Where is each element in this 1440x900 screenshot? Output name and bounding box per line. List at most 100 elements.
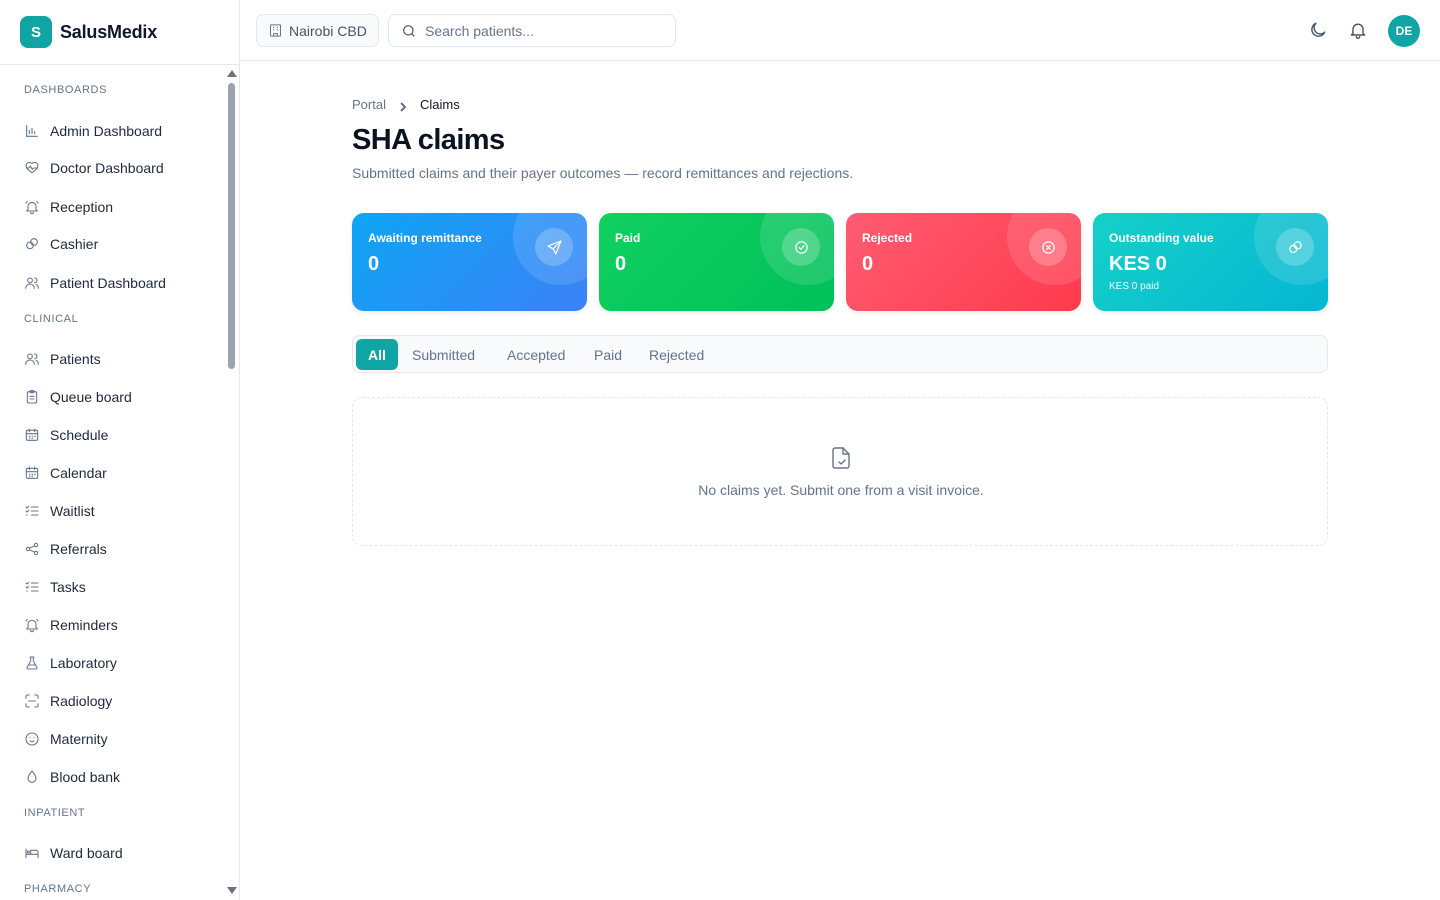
tab-accepted[interactable]: Accepted [495, 339, 577, 370]
sidebar-item-label: Doctor Dashboard [50, 160, 164, 176]
stat-card-value: 0 [862, 253, 874, 275]
sidebar-item-label: Admin Dashboard [50, 123, 163, 139]
sidebar-item-tasks[interactable]: Tasks [24, 577, 86, 597]
sidebar-item-label: Schedule [50, 427, 109, 443]
baby-icon [25, 732, 39, 746]
search-box[interactable] [388, 14, 676, 47]
list-checks-icon [25, 505, 39, 516]
sidebar-item-cashier[interactable]: Cashier [24, 234, 98, 254]
scan-icon [25, 694, 39, 708]
scroll-down-arrow-icon[interactable] [227, 887, 237, 894]
sidebar-item-reception[interactable]: Reception [24, 197, 113, 217]
notifications-button[interactable] [1348, 20, 1368, 40]
nav-section-dashboards: DASHBOARDS [24, 84, 108, 96]
stat-card-subtext: KES 0 paid [1109, 281, 1160, 292]
sidebar-item-ward-board[interactable]: Ward board [24, 843, 123, 863]
stat-card-label: Rejected [862, 231, 913, 245]
sidebar-item-label: Calendar [50, 465, 107, 481]
bell-ring-icon [25, 201, 39, 215]
sidebar-item-patients[interactable]: Patients [24, 349, 101, 369]
tab-all[interactable]: All [356, 339, 398, 370]
sidebar-item-label: Waitlist [50, 503, 95, 519]
share-icon [25, 542, 39, 556]
claim-status-tabs: All Submitted Accepted Paid Rejected [352, 335, 1328, 373]
users-icon [25, 277, 39, 289]
sidebar-item-label: Radiology [50, 693, 113, 709]
sidebar-item-label: Blood bank [50, 769, 121, 785]
sidebar-item-radiology[interactable]: Radiology [24, 691, 112, 711]
stat-card-value: KES 0 [1109, 253, 1167, 275]
stat-card-awaiting-remittance: Awaiting remittance 0 [352, 213, 587, 311]
x-circle-icon [1041, 240, 1055, 254]
scroll-up-arrow-icon[interactable] [227, 70, 237, 77]
search-icon [403, 24, 415, 37]
sidebar-item-referrals[interactable]: Referrals [24, 539, 107, 559]
stat-card-value: 0 [615, 253, 627, 275]
theme-toggle-button[interactable] [1308, 20, 1328, 40]
sidebar-scrollbar[interactable] [226, 65, 238, 900]
top-header: Nairobi CBD DE [240, 0, 1440, 61]
sidebar-item-label: Patient Dashboard [50, 275, 166, 291]
sidebar-item-laboratory[interactable]: Laboratory [24, 653, 117, 673]
sidebar-item-label: Laboratory [50, 655, 117, 671]
chevron-right-icon [400, 101, 407, 112]
branch-selector[interactable]: Nairobi CBD [256, 14, 379, 47]
sidebar-item-label: Queue board [50, 389, 132, 405]
sidebar-item-waitlist[interactable]: Waitlist [24, 501, 95, 521]
sidebar-item-queue-board[interactable]: Queue board [24, 387, 132, 407]
brand-name: SalusMedix [60, 21, 158, 42]
flask-icon [26, 656, 38, 670]
building-icon [270, 24, 281, 37]
stat-card-icon-badge [535, 228, 573, 266]
calendar-icon [25, 466, 39, 479]
tab-rejected[interactable]: Rejected [637, 339, 716, 370]
avatar[interactable]: DE [1388, 15, 1420, 47]
brand-logo: S [20, 16, 52, 48]
sidebar-item-doctor-dashboard[interactable]: Doctor Dashboard [24, 158, 164, 178]
sidebar-item-reminders[interactable]: Reminders [24, 615, 118, 635]
empty-state-message: No claims yet. Submit one from a visit i… [698, 482, 984, 498]
coins-icon [1288, 240, 1302, 253]
brand[interactable]: S SalusMedix [0, 0, 239, 65]
stat-card-icon-badge [1029, 228, 1067, 266]
sidebar-item-label: Ward board [50, 845, 123, 861]
stat-card-icon-badge [782, 228, 820, 266]
sidebar-item-patient-dashboard[interactable]: Patient Dashboard [24, 273, 166, 293]
sidebar-item-label: Reception [50, 199, 114, 215]
sidebar-item-label: Maternity [50, 731, 108, 747]
sidebar-item-label: Patients [50, 351, 101, 367]
stat-card-label: Awaiting remittance [368, 231, 482, 245]
scroll-thumb[interactable] [228, 83, 235, 369]
sidebar-item-calendar[interactable]: Calendar [24, 463, 107, 483]
sidebar-item-label: Reminders [50, 617, 118, 633]
coins-icon [26, 238, 38, 250]
sidebar: S SalusMedix DASHBOARDS Admin Dashboard Do… [0, 0, 240, 900]
tab-paid[interactable]: Paid [582, 339, 634, 370]
stat-card-value: 0 [368, 253, 380, 275]
stat-card-label: Paid [615, 231, 641, 245]
sidebar-item-maternity[interactable]: Maternity [24, 729, 108, 749]
sidebar-item-blood-bank[interactable]: Blood bank [24, 767, 120, 787]
list-checks-icon [25, 581, 39, 592]
sidebar-item-label: Cashier [50, 236, 99, 252]
breadcrumb: Portal Claims [352, 97, 460, 112]
bar-chart-icon [26, 125, 38, 137]
bell-ring-icon [25, 619, 39, 633]
stat-card-rejected: Rejected 0 [846, 213, 1081, 311]
bed-icon [25, 848, 39, 859]
breadcrumb-root[interactable]: Portal [352, 97, 386, 112]
sidebar-item-admin-dashboard[interactable]: Admin Dashboard [24, 121, 162, 141]
search-input[interactable] [425, 22, 655, 39]
stat-card-label: Outstanding value [1109, 231, 1214, 245]
sidebar-item-label: Tasks [50, 579, 86, 595]
sidebar-item-schedule[interactable]: Schedule [24, 425, 108, 445]
breadcrumb-current: Claims [419, 97, 460, 112]
calendar-icon [25, 428, 39, 441]
clipboard-icon [26, 390, 38, 404]
check-circle-icon [794, 240, 808, 254]
sidebar-item-label: Referrals [50, 541, 107, 557]
stat-card-outstanding-value: Outstanding value KES 0 KES 0 paid [1093, 213, 1328, 311]
nav-section-clinical: CLINICAL [24, 313, 79, 325]
branch-name: Nairobi CBD [289, 22, 367, 39]
tab-submitted[interactable]: Submitted [400, 339, 487, 370]
